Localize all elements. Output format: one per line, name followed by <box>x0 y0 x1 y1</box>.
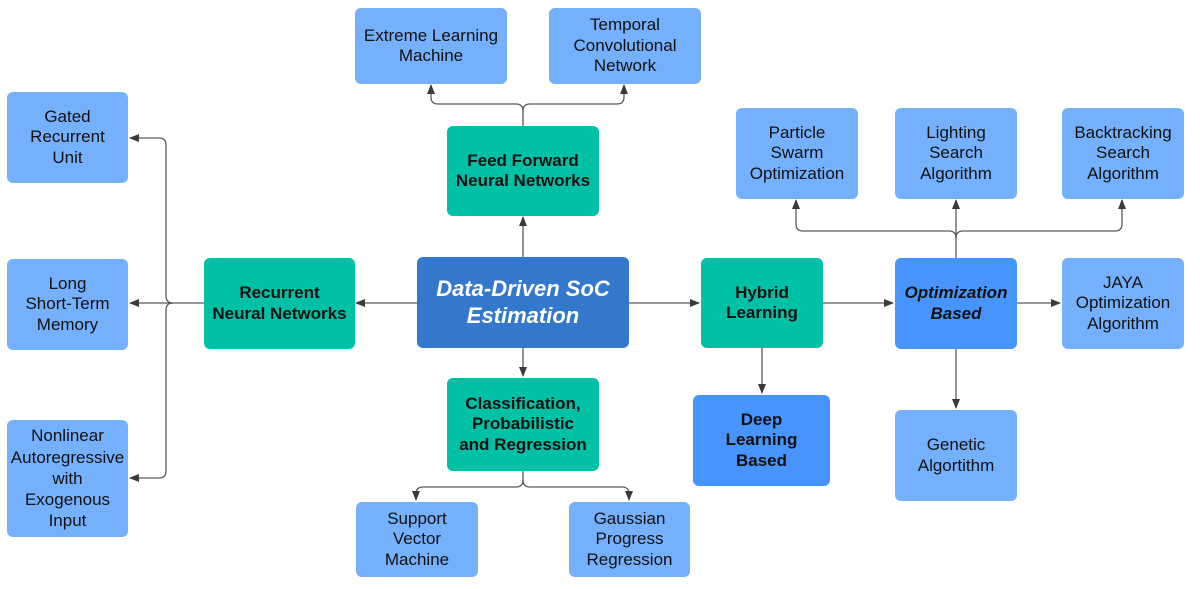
edge-rnn-narx <box>129 302 174 482</box>
node-support-vector-machine[interactable]: Support Vector Machine <box>356 502 478 577</box>
root-node-data-driven-soc-estimation[interactable]: Data-Driven SoC Estimation <box>417 257 629 348</box>
node-label: Feed Forward Neural Networks <box>455 150 591 190</box>
node-label: Hybrid Learning <box>726 282 798 322</box>
edge-cpr-gpr <box>522 479 633 501</box>
node-label: Recurrent Neural Networks <box>212 283 347 323</box>
edge-opt-bsa <box>955 199 1126 239</box>
node-label: Nonlinear Autoregressive with Exogenous … <box>10 426 125 531</box>
node-label: Gaussian Progress Regression <box>586 508 673 569</box>
edge-ffnn-tcn <box>522 84 628 112</box>
node-temporal-convolutional-network[interactable]: Temporal Convolutional Network <box>549 8 701 84</box>
node-classification-probabilistic-regression[interactable]: Classification, Probabilistic and Regres… <box>447 378 599 471</box>
edge-cpr-svm <box>412 471 524 501</box>
node-nonlinear-autoregressive-exogenous[interactable]: Nonlinear Autoregressive with Exogenous … <box>7 420 128 537</box>
edge-rnn-gru <box>129 134 174 304</box>
node-lighting-search-algorithm[interactable]: Lighting Search Algorithm <box>895 108 1017 199</box>
node-label: Lighting Search Algorithm <box>920 122 992 183</box>
node-long-short-term-memory[interactable]: Long Short-Term Memory <box>7 259 128 350</box>
node-feed-forward-neural-networks[interactable]: Feed Forward Neural Networks <box>447 126 599 216</box>
node-label: Deep Learning Based <box>725 409 798 470</box>
node-deep-learning-based[interactable]: Deep Learning Based <box>693 395 830 486</box>
node-label: Gated Recurrent Unit <box>30 106 105 167</box>
node-label: Temporal Convolutional Network <box>573 15 677 76</box>
node-label: Support Vector Machine <box>384 508 450 569</box>
node-label: JAYA Optimization Algorithm <box>1075 272 1171 333</box>
node-gated-recurrent-unit[interactable]: Gated Recurrent Unit <box>7 92 128 183</box>
node-label: Genetic Algortithm <box>917 435 995 475</box>
edge-opt-pso <box>792 199 957 239</box>
node-backtracking-search-algorithm[interactable]: Backtracking Search Algorithm <box>1062 108 1184 199</box>
node-label: Backtracking Search Algorithm <box>1074 122 1172 183</box>
edge-ffnn-elm <box>427 84 524 126</box>
node-label: Classification, Probabilistic and Regres… <box>459 393 587 454</box>
root-node-label: Data-Driven SoC Estimation <box>436 276 610 328</box>
node-label: Extreme Learning Machine <box>363 25 499 65</box>
node-optimization-based[interactable]: Optimization Based <box>895 258 1017 349</box>
node-label: Optimization Based <box>904 283 1008 323</box>
node-gaussian-progress-regression[interactable]: Gaussian Progress Regression <box>569 502 690 577</box>
node-jaya-optimization-algorithm[interactable]: JAYA Optimization Algorithm <box>1062 258 1184 349</box>
node-label: Particle Swarm Optimization <box>749 122 845 183</box>
node-hybrid-learning[interactable]: Hybrid Learning <box>701 258 823 348</box>
node-genetic-algorithm[interactable]: Genetic Algortithm <box>895 410 1017 501</box>
node-label: Long Short-Term Memory <box>25 273 110 334</box>
node-extreme-learning-machine[interactable]: Extreme Learning Machine <box>355 8 507 84</box>
node-particle-swarm-optimization[interactable]: Particle Swarm Optimization <box>736 108 858 199</box>
node-recurrent-neural-networks[interactable]: Recurrent Neural Networks <box>204 258 355 349</box>
